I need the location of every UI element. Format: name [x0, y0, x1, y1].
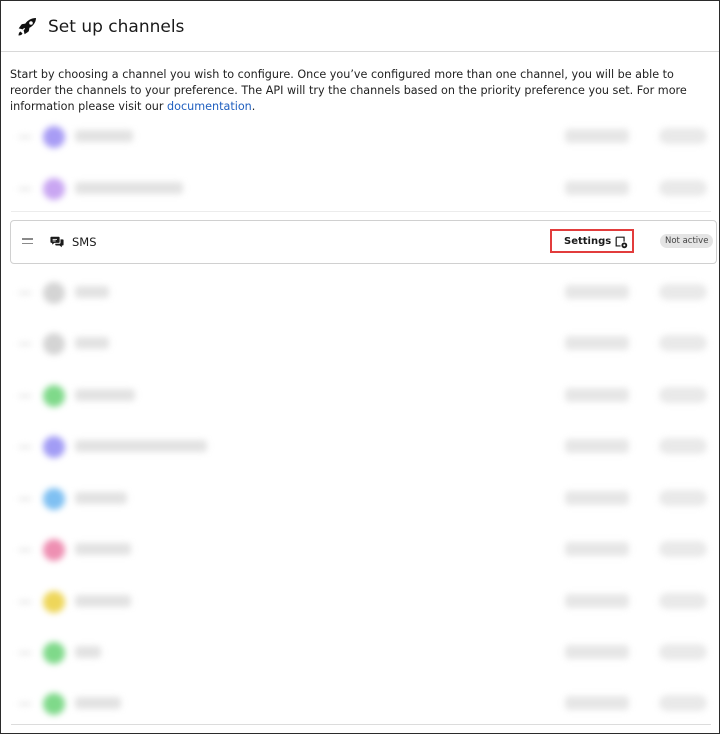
drag-handle[interactable]	[19, 343, 31, 345]
drag-handle[interactable]	[19, 395, 31, 397]
channel-row-blurred[interactable]	[11, 272, 715, 314]
settings-button-placeholder[interactable]	[565, 181, 629, 195]
panel-header: Set up channels	[1, 1, 719, 52]
status-badge-placeholder	[659, 438, 707, 454]
drag-handle[interactable]	[19, 549, 31, 551]
settings-button-placeholder[interactable]	[565, 439, 629, 453]
channel-label-placeholder	[75, 492, 127, 504]
chat-bubbles-icon	[50, 236, 64, 248]
status-badge-placeholder	[659, 541, 707, 557]
channel-label-placeholder	[75, 595, 131, 607]
settings-button-placeholder[interactable]	[565, 285, 629, 299]
channel-name: SMS	[72, 235, 97, 249]
page-title: Set up channels	[48, 17, 185, 37]
channel-avatar	[43, 436, 65, 458]
channel-label-placeholder	[75, 286, 109, 298]
settings-label: Settings	[564, 236, 612, 247]
channel-row-blurred[interactable]	[11, 581, 715, 623]
intro-body: Start by choosing a channel you wish to …	[10, 68, 687, 113]
settings-button-placeholder[interactable]	[565, 491, 629, 505]
channel-label-placeholder	[75, 543, 131, 555]
channel-avatar	[43, 282, 65, 304]
channel-label-placeholder	[75, 697, 121, 709]
channel-avatar	[43, 126, 65, 148]
channel-label-placeholder	[75, 389, 135, 401]
channel-row-blurred[interactable]	[11, 116, 715, 158]
intro-suffix: .	[251, 100, 256, 113]
settings-button-placeholder[interactable]	[565, 645, 629, 659]
settings-button-placeholder[interactable]	[565, 388, 629, 402]
channel-row-sms[interactable]: SMS Settings Not active	[10, 220, 717, 264]
drag-handle-icon[interactable]	[22, 238, 33, 246]
settings-gear-icon	[615, 236, 628, 249]
channel-label-placeholder	[75, 337, 109, 349]
drag-handle[interactable]	[19, 498, 31, 500]
channel-row-blurred[interactable]	[11, 375, 715, 417]
channel-row-blurred[interactable]	[11, 529, 715, 571]
channel-label-placeholder	[75, 130, 133, 142]
settings-button-placeholder[interactable]	[565, 129, 629, 143]
status-badge-placeholder	[659, 644, 707, 660]
drag-handle[interactable]	[19, 652, 31, 654]
documentation-link[interactable]: documentation	[167, 100, 252, 113]
channel-avatar	[43, 693, 65, 715]
divider	[11, 211, 711, 212]
channel-avatar	[43, 488, 65, 510]
channel-avatar	[43, 591, 65, 613]
channel-row-blurred[interactable]	[11, 323, 715, 365]
status-badge-placeholder	[659, 128, 707, 144]
channel-row-blurred[interactable]	[11, 168, 715, 210]
status-badge: Not active	[660, 234, 714, 248]
drag-handle[interactable]	[19, 292, 31, 294]
settings-button-placeholder[interactable]	[565, 542, 629, 556]
settings-button-placeholder[interactable]	[565, 336, 629, 350]
channel-avatar	[43, 539, 65, 561]
drag-handle[interactable]	[19, 703, 31, 705]
channel-row-blurred[interactable]	[11, 426, 715, 468]
drag-handle[interactable]	[19, 601, 31, 603]
status-badge-placeholder	[659, 695, 707, 711]
status-badge-placeholder	[659, 593, 707, 609]
list-bottom-border	[11, 724, 711, 725]
channel-avatar	[43, 642, 65, 664]
status-badge-placeholder	[659, 335, 707, 351]
settings-button-placeholder[interactable]	[565, 594, 629, 608]
status-badge-placeholder	[659, 180, 707, 196]
channel-label-placeholder	[75, 182, 183, 194]
channel-label-placeholder	[75, 440, 207, 452]
channel-label-placeholder	[75, 646, 101, 658]
channels-panel: Set up channels Start by choosing a chan…	[0, 0, 720, 734]
drag-handle[interactable]	[19, 446, 31, 448]
channel-avatar	[43, 178, 65, 200]
channel-avatar	[43, 333, 65, 355]
channel-row-blurred[interactable]	[11, 683, 715, 725]
sms-settings-button[interactable]: Settings	[550, 229, 634, 253]
drag-handle[interactable]	[19, 136, 31, 138]
drag-handle[interactable]	[19, 188, 31, 190]
status-badge-placeholder	[659, 387, 707, 403]
channel-row-blurred[interactable]	[11, 478, 715, 520]
settings-button-placeholder[interactable]	[565, 696, 629, 710]
status-badge-placeholder	[659, 490, 707, 506]
rocket-icon	[18, 18, 36, 36]
status-badge-placeholder	[659, 284, 707, 300]
channel-row-blurred[interactable]	[11, 632, 715, 674]
channel-avatar	[43, 385, 65, 407]
intro-text: Start by choosing a channel you wish to …	[10, 67, 716, 115]
